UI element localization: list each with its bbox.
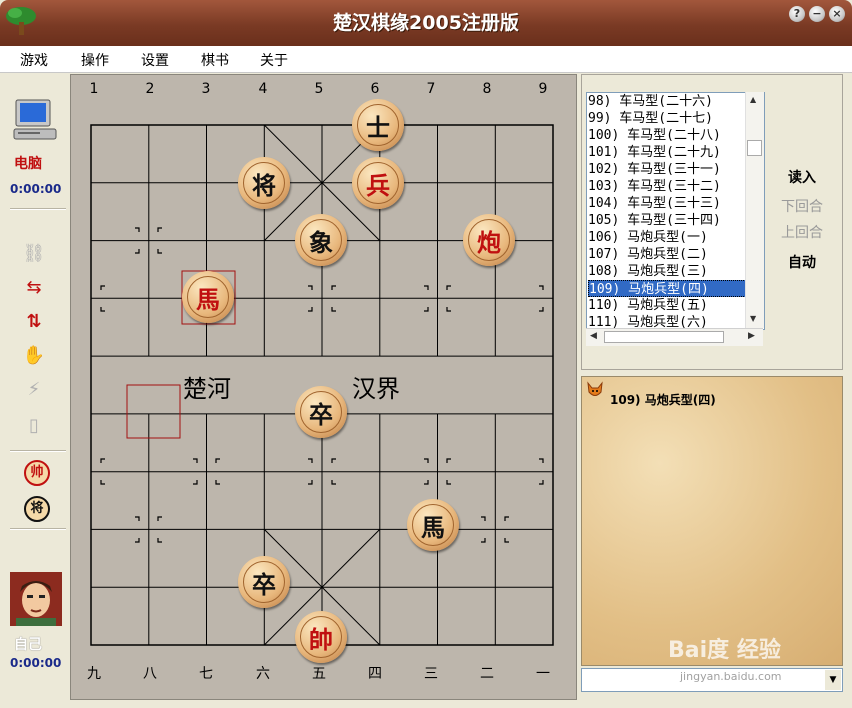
scroll-left-arrow-icon[interactable]: ◀ — [590, 331, 597, 341]
list-item[interactable]: 99) 车马型(二十七) — [588, 110, 746, 127]
close-icon[interactable]: × — [829, 6, 845, 22]
player-avatar — [10, 572, 62, 626]
lightning-icon[interactable]: ⚡ — [22, 378, 46, 402]
list-item[interactable]: 108) 马炮兵型(三) — [588, 263, 746, 280]
chevron-down-icon[interactable]: ▼ — [825, 670, 841, 690]
menu-chess-book[interactable]: 棋书 — [201, 50, 229, 70]
column-number: 八 — [143, 666, 157, 682]
computer-icon — [13, 99, 57, 140]
minimize-icon[interactable]: − — [809, 6, 825, 22]
piece-label: 士 — [357, 104, 399, 146]
game-list[interactable]: 98) 车马型(二十六) 99) 车马型(二十七) 100) 车马型(二十八) … — [586, 92, 765, 330]
left-panel: 电脑 0:00:00 ⛓ ⇆ ⇅ ✋ ⚡ ▯ 帅 将 自己 0:00:00 — [4, 76, 66, 702]
top-player-timer: 0:00:00 — [10, 182, 62, 196]
list-item-selected[interactable]: 109) 马炮兵型(四) — [588, 280, 746, 297]
list-item[interactable]: 100) 车马型(二十八) — [588, 127, 746, 144]
notes-header: 109) 马炮兵型(四) — [610, 393, 716, 407]
column-number: 六 — [256, 666, 270, 682]
watermark-url: jingyan.baidu.com — [680, 670, 782, 683]
black-pawn-piece[interactable]: 卒 — [295, 386, 347, 438]
divider — [10, 528, 66, 530]
red-horse-piece[interactable]: 馬 — [182, 271, 234, 323]
window-title: 楚汉棋缘2005注册版 — [333, 12, 519, 34]
scroll-thumb[interactable] — [747, 140, 762, 156]
scroll-up-arrow-icon[interactable]: ▲ — [750, 95, 756, 104]
list-item[interactable]: 106) 马炮兵型(一) — [588, 229, 746, 246]
menu-bar: 游戏 操作 设置 棋书 关于 — [0, 46, 852, 73]
piece-label: 象 — [300, 219, 342, 261]
column-number: 四 — [368, 666, 382, 682]
list-horizontal-scrollbar[interactable]: ◀ ▶ — [586, 328, 763, 346]
piece-label: 卒 — [300, 391, 342, 433]
list-item[interactable]: 103) 车马型(三十二) — [588, 178, 746, 195]
river-right-label: 汉界 — [352, 375, 400, 403]
column-number: 五 — [312, 666, 326, 682]
top-player-name: 电脑 — [14, 156, 42, 172]
piece-label: 帥 — [300, 616, 342, 658]
piece-label: 炮 — [468, 219, 510, 261]
column-number: 三 — [424, 666, 438, 682]
scroll-right-arrow-icon[interactable]: ▶ — [748, 331, 755, 341]
black-general-piece[interactable]: 将 — [238, 157, 290, 209]
black-horse-piece[interactable]: 馬 — [407, 499, 459, 551]
piece-label: 卒 — [243, 561, 285, 603]
next-round-button[interactable]: 下回合 — [772, 196, 832, 216]
red-side-button[interactable]: 帅 — [24, 460, 50, 486]
list-item[interactable]: 98) 车马型(二十六) — [588, 93, 746, 110]
prev-round-button[interactable]: 上回合 — [772, 222, 832, 242]
black-advisor-piece[interactable]: 士 — [352, 99, 404, 151]
divider — [10, 450, 66, 452]
swap-arrows-icon[interactable]: ⇆ — [22, 276, 46, 300]
black-elephant-piece[interactable]: 象 — [295, 214, 347, 266]
fox-icon — [587, 381, 603, 396]
link-icon[interactable]: ⛓ — [22, 242, 46, 266]
list-item[interactable]: 105) 车马型(三十四) — [588, 212, 746, 229]
red-soldier-piece[interactable]: 兵 — [352, 157, 404, 209]
black-pawn-piece[interactable]: 卒 — [238, 556, 290, 608]
piece-label: 馬 — [412, 504, 454, 546]
list-item[interactable]: 101) 车马型(二十九) — [588, 144, 746, 161]
bottom-player-name: 自己 — [14, 637, 42, 653]
column-number: 九 — [87, 666, 101, 682]
help-icon[interactable]: ? — [789, 6, 805, 22]
menu-operate[interactable]: 操作 — [81, 50, 109, 70]
list-item[interactable]: 104) 车马型(三十三) — [588, 195, 746, 212]
red-cannon-piece[interactable]: 炮 — [463, 214, 515, 266]
piece-label: 馬 — [187, 276, 229, 318]
load-button[interactable]: 读入 — [772, 167, 832, 187]
list-vertical-scrollbar[interactable]: ▲ ▼ — [745, 92, 764, 328]
piece-label: 兵 — [357, 162, 399, 204]
flip-board-icon[interactable]: ⇅ — [22, 310, 46, 334]
handshake-icon[interactable]: ✋ — [22, 344, 46, 368]
menu-settings[interactable]: 设置 — [141, 50, 169, 70]
scroll-down-arrow-icon[interactable]: ▼ — [750, 314, 756, 323]
column-number: 七 — [199, 666, 213, 682]
move-notes-panel: 109) 马炮兵型(四) — [581, 376, 843, 666]
bottom-player-timer: 0:00:00 — [10, 656, 62, 670]
watermark-logo: Bai度 经验 — [668, 638, 781, 663]
title-bar: 楚汉棋缘2005注册版 ? − × — [0, 0, 852, 46]
hscroll-thumb[interactable] — [604, 331, 724, 343]
red-king-piece[interactable]: 帥 — [295, 611, 347, 663]
menu-about[interactable]: 关于 — [260, 50, 288, 70]
list-item[interactable]: 110) 马炮兵型(五) — [588, 297, 746, 314]
piece-label: 将 — [243, 162, 285, 204]
list-item[interactable]: 107) 马炮兵型(二) — [588, 246, 746, 263]
black-side-button[interactable]: 将 — [24, 496, 50, 522]
auto-button[interactable]: 自动 — [772, 252, 832, 272]
column-number: 一 — [536, 666, 550, 682]
river-left-label: 楚河 — [183, 375, 231, 403]
divider — [10, 208, 66, 210]
menu-game[interactable]: 游戏 — [20, 50, 48, 70]
column-number: 二 — [480, 666, 494, 682]
chess-board[interactable]: 1 2 3 4 5 6 7 8 9 楚河 汉界 士 将 兵 象 炮 馬 卒 馬 … — [70, 74, 577, 700]
flag-icon[interactable]: ▯ — [22, 414, 46, 438]
list-item[interactable]: 102) 车马型(三十一) — [588, 161, 746, 178]
